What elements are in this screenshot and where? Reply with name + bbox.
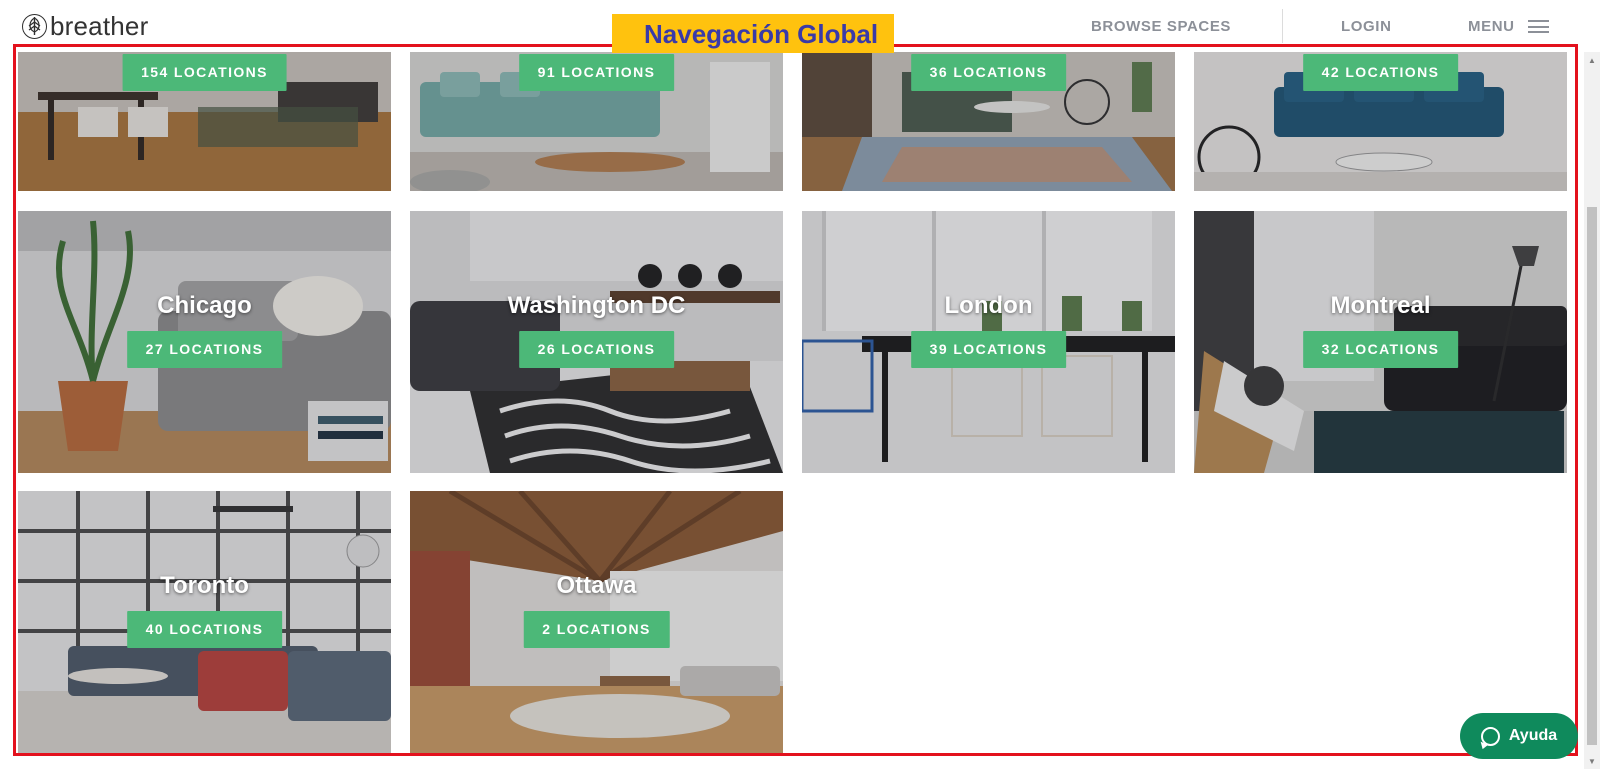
city-card-washington-dc[interactable]: Washington DC 26 LOCATIONS	[410, 211, 783, 473]
locations-badge[interactable]: 26 LOCATIONS	[518, 331, 675, 368]
browse-spaces-link[interactable]: BROWSE SPACES	[1091, 18, 1231, 35]
annotation-label: Navegación Global	[612, 14, 894, 53]
city-card-chicago[interactable]: Chicago 27 LOCATIONS	[18, 211, 391, 473]
breather-logo[interactable]: breather	[22, 12, 148, 40]
city-name: London	[944, 292, 1033, 319]
city-card-london[interactable]: London 39 LOCATIONS	[802, 211, 1175, 473]
city-name: Toronto	[160, 572, 249, 599]
locations-badge[interactable]: 36 LOCATIONS	[910, 54, 1067, 91]
city-card-toronto[interactable]: Toronto 40 LOCATIONS	[18, 491, 391, 753]
city-card[interactable]: 154 LOCATIONS	[18, 52, 391, 191]
locations-badge[interactable]: 40 LOCATIONS	[126, 611, 283, 648]
locations-badge[interactable]: 27 LOCATIONS	[126, 331, 283, 368]
scroll-up-arrow-icon[interactable]: ▲	[1584, 52, 1600, 68]
locations-badge[interactable]: 91 LOCATIONS	[518, 54, 675, 91]
locations-badge[interactable]: 32 LOCATIONS	[1302, 331, 1459, 368]
scroll-thumb[interactable]	[1587, 207, 1597, 745]
help-chat-button[interactable]: Ayuda	[1460, 713, 1578, 759]
city-name: Washington DC	[507, 292, 686, 319]
city-card-ottawa[interactable]: Ottawa 2 LOCATIONS	[410, 491, 783, 753]
scroll-down-arrow-icon[interactable]: ▼	[1584, 753, 1600, 769]
locations-badge[interactable]: 39 LOCATIONS	[910, 331, 1067, 368]
page: 154 LOCATIONS 91 LOCATIONS 36 LOCATIONS …	[0, 0, 1600, 769]
city-card[interactable]: 42 LOCATIONS	[1194, 52, 1567, 191]
menu-button[interactable]: MENU	[1468, 18, 1549, 35]
nav-divider	[1282, 9, 1283, 43]
hamburger-icon	[1527, 20, 1549, 33]
city-card[interactable]: 36 LOCATIONS	[802, 52, 1175, 191]
vertical-scrollbar[interactable]: ▲ ▼	[1584, 52, 1600, 769]
city-name: Ottawa	[556, 572, 637, 599]
locations-badge[interactable]: 42 LOCATIONS	[1302, 54, 1459, 91]
city-name: Montreal	[1330, 292, 1431, 319]
city-name: Chicago	[157, 292, 252, 319]
locations-badge[interactable]: 154 LOCATIONS	[122, 54, 287, 91]
city-card-montreal[interactable]: Montreal 32 LOCATIONS	[1194, 211, 1567, 473]
menu-label: MENU	[1468, 18, 1515, 35]
help-label: Ayuda	[1508, 727, 1558, 744]
login-link[interactable]: LOGIN	[1341, 18, 1392, 35]
locations-badge[interactable]: 2 LOCATIONS	[523, 611, 670, 648]
annotation-label-text: Navegación Global	[644, 19, 879, 49]
chat-bubble-icon	[1480, 726, 1500, 746]
tree-icon	[22, 13, 47, 39]
city-card[interactable]: 91 LOCATIONS	[410, 52, 783, 191]
brand-name: breather	[50, 11, 149, 41]
